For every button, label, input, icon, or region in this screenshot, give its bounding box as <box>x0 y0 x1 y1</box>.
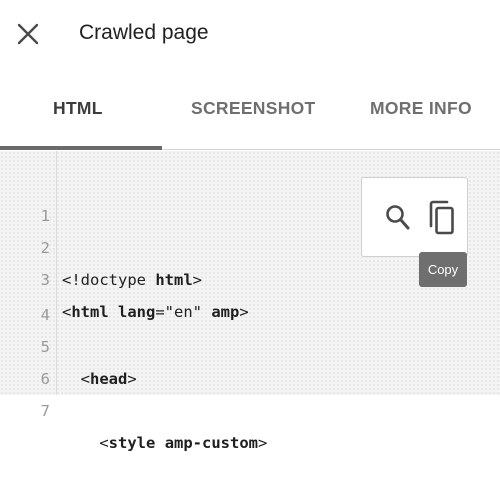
code-line: 4 <box>0 267 50 324</box>
code-line: 6 <box>0 331 50 388</box>
code-line: 7 <style amp-custom> <box>0 363 268 452</box>
page-title: Crawled page <box>79 21 209 44</box>
gutter-divider <box>56 151 57 395</box>
search-icon <box>384 205 412 237</box>
code-line: 2 <!doctype html> <box>0 200 202 289</box>
line-number: 7 <box>40 402 50 420</box>
active-tab-indicator <box>0 146 162 150</box>
close-button[interactable] <box>14 20 42 48</box>
code-line: 3 <html lang="en" amp> <box>0 232 249 321</box>
tab-screenshot[interactable]: SCREENSHOT <box>191 96 316 120</box>
copy-button[interactable] <box>428 200 458 236</box>
code-line: 1 <box>0 168 50 225</box>
code-text: <html lang="en" amp> <box>62 303 249 321</box>
tab-bar: HTML SCREENSHOT MORE INFO <box>0 68 500 150</box>
code-text: <head> <box>62 370 137 388</box>
code-text: <style amp-custom> <box>62 434 268 452</box>
search-button[interactable] <box>384 203 412 233</box>
tab-html[interactable]: HTML <box>53 96 103 120</box>
code-text: <!doctype html> <box>62 271 202 289</box>
copy-icon <box>428 200 458 240</box>
header: Crawled page <box>0 0 500 68</box>
close-icon <box>14 20 42 48</box>
copy-tooltip: Copy <box>419 252 467 287</box>
tab-more-info[interactable]: MORE INFO <box>370 96 472 120</box>
code-line: 5 <head> <box>0 299 137 388</box>
